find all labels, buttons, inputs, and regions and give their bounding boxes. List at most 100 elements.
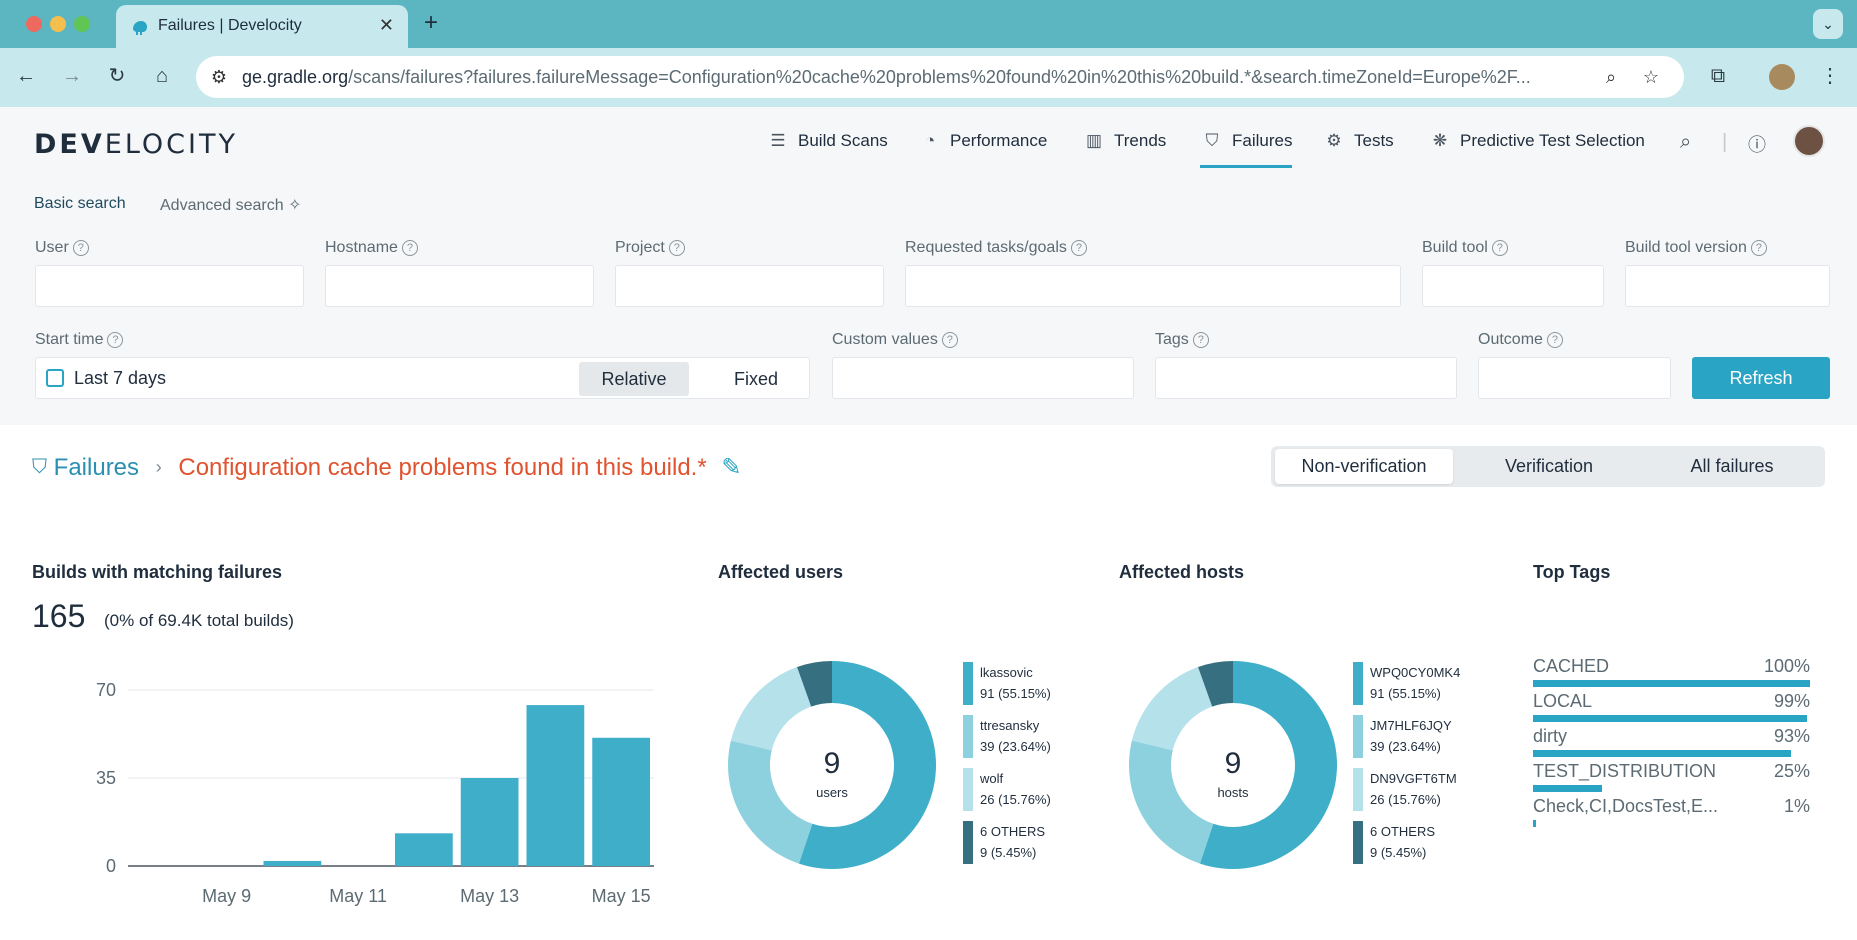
legend-item[interactable]: wolf 26 (15.76%) <box>980 768 1051 810</box>
tag-name: dirty <box>1533 726 1568 746</box>
donut-slice[interactable] <box>1129 740 1214 864</box>
donut-slice[interactable] <box>730 667 812 751</box>
build-tool-input[interactable] <box>1422 265 1604 307</box>
minimize-window-button[interactable] <box>50 16 66 32</box>
profile-avatar-icon[interactable] <box>1766 60 1798 92</box>
help-circle-icon[interactable]: ? <box>668 240 685 256</box>
failure-message-filter[interactable]: Configuration cache problems found in th… <box>178 454 706 481</box>
tab-search-button[interactable]: ⌄ <box>1813 9 1843 39</box>
tag-row[interactable]: CACHED 100% <box>1533 656 1810 688</box>
bar[interactable] <box>526 705 585 866</box>
elephant-favicon-icon <box>133 21 147 35</box>
zoom-icon[interactable]: ⌕ <box>1598 64 1624 90</box>
nav-performance[interactable]: ◔ Performance <box>918 131 1047 161</box>
donut-slice[interactable] <box>728 740 813 864</box>
builds-panel-title: Builds with matching failures <box>32 562 283 582</box>
breadcrumb-failures-link[interactable]: Failures <box>54 454 139 481</box>
legend-swatch <box>963 662 973 705</box>
tag-bar <box>1533 820 1536 827</box>
help-circle-icon[interactable]: ? <box>107 332 124 348</box>
site-settings-icon[interactable]: ⚙ <box>206 64 232 90</box>
user-input[interactable] <box>35 265 304 307</box>
tab-bar: Failures | Develocity ✕ + ⌄ <box>0 0 1857 48</box>
browser-toolbar: ← → ↻ ⌂ ⚙ ge.gradle.org/scans/failures?f… <box>0 48 1857 107</box>
help-circle-icon[interactable]: ? <box>72 240 89 256</box>
tag-row[interactable]: LOCAL 99% <box>1533 691 1810 723</box>
relative-toggle[interactable]: Relative <box>579 362 689 396</box>
bar[interactable] <box>263 860 322 866</box>
browser-menu-icon[interactable]: ⋮ <box>1814 60 1846 92</box>
close-tab-icon[interactable]: ✕ <box>379 15 394 36</box>
donut-slice[interactable] <box>1131 667 1213 751</box>
start-time-picker[interactable]: Last 7 days Relative Fixed <box>35 357 810 399</box>
legend-item[interactable]: DN9VGFT6TM 26 (15.76%) <box>1370 768 1457 810</box>
tab-all-failures[interactable]: All failures <box>1643 449 1821 484</box>
legend-item[interactable]: ttresansky 39 (23.64%) <box>980 715 1051 757</box>
project-input[interactable] <box>615 265 884 307</box>
bookmark-star-icon[interactable]: ☆ <box>1638 64 1664 90</box>
nav-predictive-test-selection[interactable]: ❋ Predictive Test Selection <box>1428 131 1645 161</box>
tab-non-verification[interactable]: Non-verification <box>1275 449 1453 484</box>
legend-item[interactable]: 6 OTHERS 9 (5.45%) <box>980 821 1045 863</box>
nav-tests[interactable]: ⚙ Tests <box>1322 131 1393 161</box>
legend-item[interactable]: 6 OTHERS 9 (5.45%) <box>1370 821 1435 863</box>
legend-item[interactable]: JM7HLF6JQY 39 (23.64%) <box>1370 715 1452 757</box>
hosts-panel-title: Affected hosts <box>1119 562 1245 582</box>
bar[interactable] <box>460 778 519 866</box>
edit-pencil-icon[interactable]: ✎ <box>721 454 741 481</box>
tag-row[interactable]: TEST_DISTRIBUTION 25% <box>1533 761 1810 793</box>
help-circle-icon[interactable]: ? <box>1491 240 1508 256</box>
start-time-value[interactable]: Last 7 days <box>74 368 166 389</box>
build-tool-version-input[interactable] <box>1625 265 1830 307</box>
address-bar[interactable]: ⚙ ge.gradle.org/scans/failures?failures.… <box>196 56 1684 98</box>
maximize-window-button[interactable] <box>74 16 90 32</box>
back-icon[interactable]: ← <box>10 60 42 92</box>
url-text[interactable]: ge.gradle.org/scans/failures?failures.fa… <box>242 67 1542 88</box>
basic-search-tab[interactable]: Basic search <box>34 195 126 213</box>
help-circle-icon[interactable]: ? <box>1192 332 1209 348</box>
tag-row[interactable]: dirty 93% <box>1533 726 1810 758</box>
builds-count-subtitle: (0% of 69.4K total builds) <box>104 611 294 630</box>
tests-icon: ⚙ <box>1326 131 1342 150</box>
outcome-input[interactable] <box>1478 357 1671 399</box>
help-circle-icon[interactable]: ? <box>401 240 418 256</box>
close-window-button[interactable] <box>26 16 42 32</box>
bar[interactable] <box>395 833 453 866</box>
nav-trends[interactable]: ▥ Trends <box>1082 131 1166 161</box>
tags-input[interactable] <box>1155 357 1457 399</box>
search-icon[interactable]: ⌕ <box>1680 131 1691 154</box>
legend-swatch <box>963 821 973 864</box>
advanced-search-tab[interactable]: Advanced search ✧ <box>160 195 302 215</box>
help-circle-icon[interactable]: ? <box>1546 332 1563 348</box>
legend-item[interactable]: WPQ0CY0MK4 91 (55.15%) <box>1370 662 1460 704</box>
fixed-toggle[interactable]: Fixed <box>706 362 806 396</box>
reload-icon[interactable]: ↻ <box>101 60 133 92</box>
tag-row[interactable]: Check,CI,DocsTest,E... 1% <box>1533 796 1810 828</box>
help-circle-icon[interactable]: ? <box>941 332 958 348</box>
tab-verification[interactable]: Verification <box>1459 449 1639 484</box>
donut-center-label: hosts <box>1217 785 1249 800</box>
requested-tasks-input[interactable] <box>905 265 1401 307</box>
tag-name: LOCAL <box>1533 691 1593 711</box>
extensions-icon[interactable]: ⧉ <box>1702 60 1734 92</box>
browser-tab[interactable]: Failures | Develocity ✕ <box>116 5 408 48</box>
nav-build-scans[interactable]: ☰ Build Scans <box>766 131 887 161</box>
legend-item[interactable]: lkassovic 91 (55.15%) <box>980 662 1051 704</box>
new-tab-button[interactable]: + <box>424 9 438 37</box>
shield-icon: ⛉ <box>1205 131 1219 150</box>
tag-name: TEST_DISTRIBUTION <box>1533 761 1717 781</box>
help-circle-icon[interactable]: ? <box>1070 240 1087 256</box>
users-panel-title: Affected users <box>718 562 844 582</box>
user-avatar[interactable] <box>1793 125 1825 157</box>
help-circle-icon[interactable]: ? <box>1750 240 1767 256</box>
legend-swatch <box>1353 715 1363 758</box>
forward-icon[interactable]: → <box>56 60 88 92</box>
develocity-logo[interactable]: DEVELOCITY <box>34 129 238 160</box>
bar[interactable] <box>592 737 650 866</box>
home-icon[interactable]: ⌂ <box>146 60 178 92</box>
nav-failures[interactable]: ⛉ Failures <box>1200 131 1293 161</box>
custom-values-input[interactable] <box>832 357 1134 399</box>
refresh-button[interactable]: Refresh <box>1692 357 1830 399</box>
help-icon[interactable]: ⓘ <box>1748 131 1766 157</box>
hostname-input[interactable] <box>325 265 594 307</box>
